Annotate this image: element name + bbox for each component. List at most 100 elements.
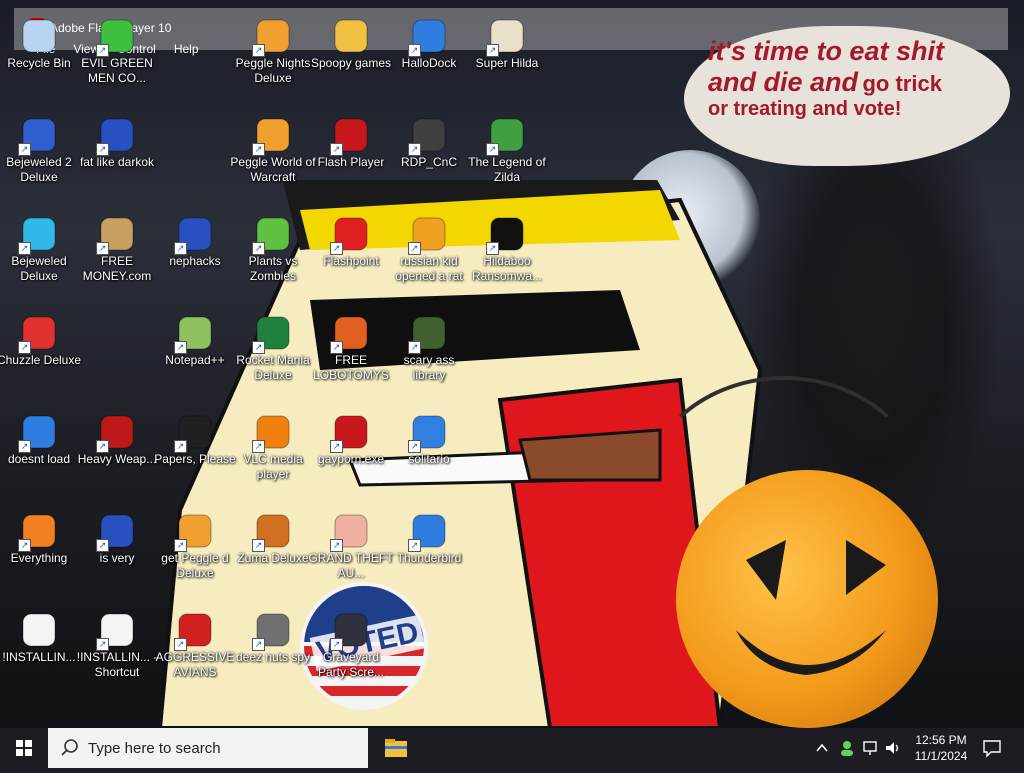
desktop-icon-label: !INSTALLIN... (2, 650, 76, 664)
desktop-icon-vlc-media-player[interactable]: ↗ VLC media player (234, 402, 312, 490)
de-icon: ↗ (408, 214, 449, 255)
desktop-icon-bejeweled-2-deluxe[interactable]: ↗ Bejeweled 2 Deluxe (0, 105, 78, 193)
bubble-line-3: or treating and vote! (708, 98, 902, 121)
show-hidden-icons-chevron-icon[interactable] (814, 740, 830, 756)
desktop-icon-hildaboo-ransomwa[interactable]: ↗ Hildaboo Ransomwa... (468, 204, 546, 292)
action-center-icon[interactable] (982, 738, 1002, 758)
vlc-icon: ↗ (252, 412, 293, 453)
file-explorer-button[interactable] (382, 734, 410, 762)
desktop-icon-label: Bejeweled Deluxe (11, 254, 67, 283)
start-button[interactable] (0, 728, 48, 768)
desktop-icon-flashpoint[interactable]: ↗ Flashpoint (312, 204, 390, 292)
desktop-icon-thunderbird[interactable]: ↗ Thunderbird (390, 501, 468, 589)
desktop-icon-deez-nuts-spy[interactable]: ↗ deez nuts spy (234, 600, 312, 688)
desktop-icon-label: deez nuts spy (235, 650, 311, 664)
desktop-icon-label: Flash Player (317, 155, 385, 169)
clock-date: 11/1/2024 (914, 749, 968, 763)
desktop-icon-nephacks[interactable]: ↗ nephacks (156, 204, 234, 292)
solitaire-icon: ↗ (408, 412, 449, 453)
desktop-icon-free-lobotomys[interactable]: ↗ FREE LOBOTOMYS (312, 303, 390, 391)
search-everything-icon: ↗ (18, 511, 59, 552)
windows-logo-icon (16, 740, 32, 756)
pumpkin-bucket (676, 470, 938, 728)
desktop-icon-label: Heavy Weap... (77, 452, 157, 466)
folder-icon (331, 16, 371, 56)
zuma-icon: ↗ (252, 511, 293, 552)
desktop-icon-free-money-com[interactable]: ↗ FREE MONEY.com (78, 204, 156, 292)
desktop-icon-installin[interactable]: !INSTALLIN... (0, 600, 78, 688)
desktop-icon-label: AGGRESSIVE AVIANS (155, 650, 235, 679)
desktop-icon-everything[interactable]: ↗ Everything (0, 501, 78, 589)
mpi-icon: ↗ (174, 214, 215, 255)
desktop-icon-aggressive-avians[interactable]: ↗ AGGRESSIVE AVIANS (156, 600, 234, 688)
desktop-icon-doesnt-load[interactable]: ↗ doesnt load (0, 402, 78, 490)
desktop-icon-label: RDP_CnC (400, 155, 457, 169)
menu-help[interactable]: Help (174, 42, 199, 56)
desktop-icon-super-hilda[interactable]: ↗ Super Hilda (468, 6, 546, 94)
thunderbird-icon: ↗ (408, 511, 449, 552)
desktop-icon-fat-like-darkok[interactable]: ↗ fat like darkok (78, 105, 156, 193)
yashma-icon: ↗ (486, 214, 527, 255)
mpi-icon: ↗ (96, 115, 137, 156)
taskbar-search-box[interactable]: Type here to search (48, 728, 368, 768)
desktop-icon-russian-kid-opened-a-rat[interactable]: ↗ russian kid opened a rat (390, 204, 468, 292)
desktop-icon-label: Graveyard Party Scre... (317, 650, 385, 679)
speech-bubble-text: it's time to eat shit and die and go tri… (708, 36, 998, 121)
desktop-icon-rdp-cnc[interactable]: ↗ RDP_CnC (390, 105, 468, 193)
desktop-icon-scary-ass-library[interactable]: ↗ scary ass library (390, 303, 468, 391)
network-icon[interactable] (862, 739, 880, 757)
zelda-icon: ↗ (486, 115, 527, 156)
desktop-icon-label: gayporn.exe (317, 452, 385, 466)
document-icon (19, 610, 59, 650)
notepad-icon: ↗ (174, 313, 215, 354)
desktop-icon-recycle-bin[interactable]: Recycle Bin (0, 6, 78, 94)
desktop-icon-installin-shortcut[interactable]: ↗ !INSTALLIN... - Shortcut (77, 600, 157, 688)
desktop-icon-gayporn-exe[interactable]: ↗ gayporn.exe (312, 402, 390, 490)
desktop-icon-is-very[interactable]: ↗ is very (78, 501, 156, 589)
desktop-icon-grand-theft-au[interactable]: ↗ GRAND THEFT AU... (308, 501, 394, 589)
peggle-icon: ↗ (174, 511, 215, 552)
desktop-icon-chuzzle-deluxe[interactable]: ↗ Chuzzle Deluxe (0, 303, 81, 391)
desktop-icon-peggle-world-of-warcraft[interactable]: ↗ Peggle World of Warcraft (230, 105, 316, 193)
desktop-icon-solitario[interactable]: ↗ solitario (390, 402, 468, 490)
desktop-icon-evil-green-men-co[interactable]: ↗ EVIL GREEN MEN CO... (78, 6, 156, 94)
rdp-icon: ↗ (408, 115, 449, 156)
peggle-icon: ↗ (252, 115, 293, 156)
desktop-icon-heavy-weap[interactable]: ↗ Heavy Weap... (78, 402, 156, 490)
desktop-icon-spoopy-games[interactable]: Spoopy games (311, 6, 391, 94)
windows-stack-icon: ↗ (252, 610, 293, 651)
gem-icon: ↗ (18, 214, 59, 255)
volume-icon[interactable] (884, 739, 902, 757)
system-clock[interactable]: 12:56 PM 11/1/2024 (906, 732, 976, 764)
flash-icon: ↗ (330, 412, 371, 453)
desktop-icon-notepad[interactable]: ↗ Notepad++ (156, 303, 234, 391)
graveyard-icon: ↗ (330, 610, 371, 651)
bubble-line-2a: and die and (708, 67, 859, 98)
desktop-icon-label: fat like darkok (79, 155, 155, 169)
desktop-icon-hallodock[interactable]: ↗ HalloDock (390, 6, 468, 94)
desktop-icon-graveyard-party-scre[interactable]: ↗ Graveyard Party Scre... (312, 600, 390, 688)
desktop-icon-flash-player[interactable]: ↗ Flash Player (312, 105, 390, 193)
desktop-icon-label: Spoopy games (310, 56, 392, 70)
desktop-icon-the-legend-of-zilda[interactable]: ↗ The Legend of Zilda (468, 105, 546, 193)
document-icon: ↗ (96, 610, 137, 651)
desktop-icon-label: The Legend of Zilda (468, 155, 546, 184)
desktop-icon-peggle-nights-deluxe[interactable]: ↗ Peggle Nights Deluxe (234, 6, 312, 94)
gauge-icon: ↗ (330, 313, 371, 354)
desktop-icon-bejeweled-deluxe[interactable]: ↗ Bejeweled Deluxe (0, 204, 78, 292)
desktop-icon-label: Chuzzle Deluxe (0, 353, 82, 367)
desktop-icon-get-peggle-d-deluxe[interactable]: ↗ get Peggle d Deluxe (156, 501, 234, 589)
desktop-icon-papers-please[interactable]: ↗ Papers, Please (154, 402, 236, 490)
desktop-icon-plants-vs-zombies[interactable]: ↗ Plants vs Zombies (234, 204, 312, 292)
desktop-icon-label: Plants vs Zombies (248, 254, 298, 283)
desktop-icon-zuma-deluxe[interactable]: ↗ Zuma Deluxe (234, 501, 312, 589)
rocket-icon: ↗ (252, 313, 293, 354)
desktop-icon-label: Thunderbird (396, 551, 462, 565)
desktop-icon-label: VLC media player (243, 452, 303, 481)
people-icon[interactable] (838, 739, 856, 757)
desktop-icon-label: !INSTALLIN... - Shortcut (76, 650, 158, 679)
folder-icon (385, 739, 407, 757)
peggle-icon: ↗ (252, 16, 293, 57)
desktop-icon-rocket-mania-deluxe[interactable]: ↗ Rocket Mania Deluxe (234, 303, 312, 391)
desktop-icon-label: Peggle Nights Deluxe (235, 56, 311, 85)
